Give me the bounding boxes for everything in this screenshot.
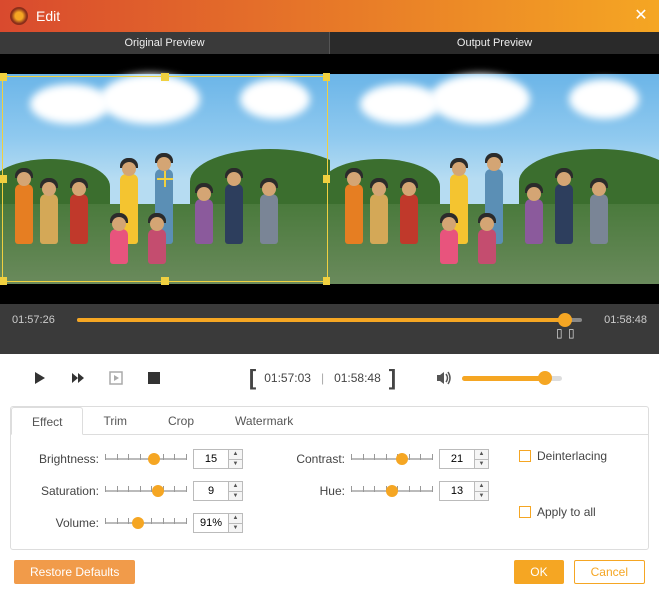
down-arrow-icon[interactable]: ▼ (229, 492, 242, 501)
apply-to-all-label: Apply to all (537, 505, 596, 519)
volume-slider[interactable] (462, 376, 562, 381)
up-arrow-icon[interactable]: ▲ (475, 450, 488, 460)
output-preview-label: Output Preview (330, 32, 659, 54)
fast-forward-icon[interactable] (68, 368, 88, 388)
apply-to-all-checkbox[interactable]: Apply to all (519, 505, 630, 519)
timeline-track[interactable] (77, 318, 582, 322)
original-preview-label: Original Preview (0, 32, 330, 54)
timeline-knob[interactable] (558, 313, 572, 327)
timeline-start-time: 01:57:26 (12, 310, 67, 326)
contrast-input[interactable] (440, 450, 474, 468)
contrast-slider[interactable] (351, 450, 433, 468)
stop-icon[interactable] (144, 368, 164, 388)
output-preview (330, 54, 659, 304)
hue-input[interactable] (440, 482, 474, 500)
brightness-slider[interactable] (105, 450, 187, 468)
up-arrow-icon[interactable]: ▲ (475, 482, 488, 492)
up-arrow-icon[interactable]: ▲ (229, 482, 242, 492)
effect-tab-content: Brightness: ▲▼ Saturation: ▲▼ Volume: ▲▼ (11, 435, 648, 549)
marker-left-icon[interactable]: ▯ (556, 326, 566, 340)
timeline-end-time: 01:58:48 (592, 310, 647, 326)
step-icon[interactable] (106, 368, 126, 388)
saturation-input[interactable] (194, 482, 228, 500)
play-icon[interactable] (30, 368, 50, 388)
volume-input[interactable] (194, 514, 228, 532)
down-arrow-icon[interactable]: ▼ (229, 524, 242, 533)
preview-area (0, 54, 659, 304)
down-arrow-icon[interactable]: ▼ (475, 492, 488, 501)
trim-start-time: 01:57:03 (264, 371, 311, 385)
hue-label: Hue: (289, 484, 345, 498)
effects-panel: Effect Trim Crop Watermark Brightness: ▲… (10, 406, 649, 550)
deinterlacing-checkbox[interactable]: Deinterlacing (519, 449, 630, 463)
titlebar: Edit ✕ (0, 0, 659, 32)
brightness-label: Brightness: (29, 452, 99, 466)
trim-start-bracket-icon[interactable]: [ (249, 365, 256, 391)
window-title: Edit (36, 8, 633, 24)
tabs: Effect Trim Crop Watermark (11, 407, 648, 435)
trim-range: [ 01:57:03 | 01:58:48 ] (249, 365, 396, 391)
trim-end-time: 01:58:48 (334, 371, 381, 385)
trim-end-bracket-icon[interactable]: ] (389, 365, 396, 391)
checkbox-icon (519, 450, 531, 462)
deinterlacing-label: Deinterlacing (537, 449, 607, 463)
tab-trim[interactable]: Trim (83, 407, 148, 434)
cancel-button[interactable]: Cancel (574, 560, 645, 584)
tab-crop[interactable]: Crop (148, 407, 215, 434)
brightness-stepper[interactable]: ▲▼ (193, 449, 243, 469)
original-preview[interactable] (0, 54, 330, 304)
tab-watermark[interactable]: Watermark (215, 407, 314, 434)
down-arrow-icon[interactable]: ▼ (229, 460, 242, 469)
restore-defaults-button[interactable]: Restore Defaults (14, 560, 135, 584)
volume-label: Volume: (29, 516, 99, 530)
playback-controls: [ 01:57:03 | 01:58:48 ] (0, 354, 659, 402)
contrast-stepper[interactable]: ▲▼ (439, 449, 489, 469)
down-arrow-icon[interactable]: ▼ (475, 460, 488, 469)
ok-button[interactable]: OK (514, 560, 563, 584)
saturation-label: Saturation: (29, 484, 99, 498)
volume-control (434, 368, 562, 388)
saturation-slider[interactable] (105, 482, 187, 500)
contrast-label: Contrast: (289, 452, 345, 466)
footer: Restore Defaults OK Cancel (0, 550, 659, 596)
timeline: 01:57:26 ▯ ▯ 01:58:48 (0, 304, 659, 354)
saturation-stepper[interactable]: ▲▼ (193, 481, 243, 501)
up-arrow-icon[interactable]: ▲ (229, 450, 242, 460)
tab-effect[interactable]: Effect (11, 407, 83, 435)
edit-window: Edit ✕ Original Preview Output Preview (0, 0, 659, 603)
preview-header: Original Preview Output Preview (0, 32, 659, 54)
volume-stepper[interactable]: ▲▼ (193, 513, 243, 533)
hue-slider[interactable] (351, 482, 433, 500)
checkbox-icon (519, 506, 531, 518)
close-icon[interactable]: ✕ (633, 8, 649, 24)
up-arrow-icon[interactable]: ▲ (229, 514, 242, 524)
volume-effect-slider[interactable] (105, 514, 187, 532)
volume-icon[interactable] (434, 368, 454, 388)
marker-right-icon[interactable]: ▯ (568, 326, 578, 340)
brightness-input[interactable] (194, 450, 228, 468)
app-icon (10, 7, 28, 25)
hue-stepper[interactable]: ▲▼ (439, 481, 489, 501)
volume-knob[interactable] (538, 371, 552, 385)
